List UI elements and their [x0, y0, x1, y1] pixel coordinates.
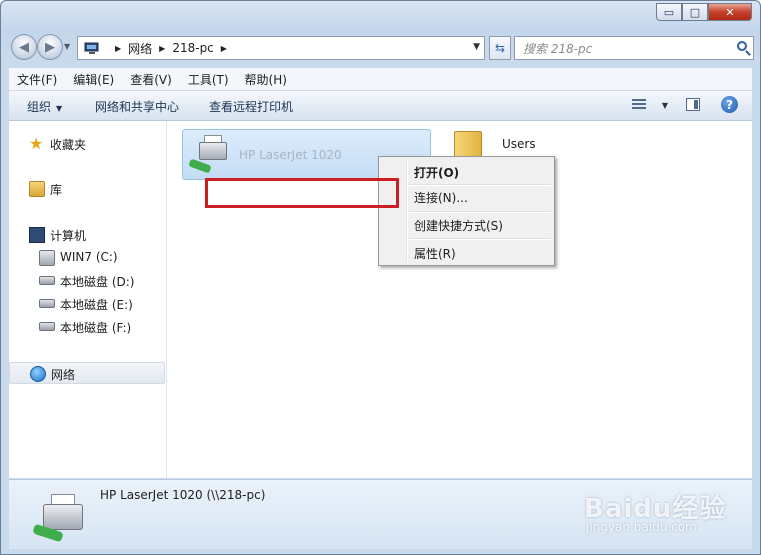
- users-share-label: Users: [502, 137, 536, 151]
- breadcrumb-separator-icon[interactable]: ▶: [221, 44, 227, 53]
- context-create-shortcut[interactable]: 创建快捷方式(S): [382, 213, 551, 235]
- context-open-label: 打开(O): [414, 166, 460, 180]
- help-icon[interactable]: ?: [721, 96, 738, 113]
- nav-libraries[interactable]: 库: [9, 178, 165, 200]
- network-sharing-center-button[interactable]: 网络和共享中心: [95, 98, 179, 115]
- hard-drive-icon: [39, 322, 55, 331]
- hard-drive-icon: [39, 276, 55, 285]
- refresh-button[interactable]: ⇆: [489, 36, 511, 60]
- nav-drive-e-label: 本地磁盘 (E:): [60, 298, 133, 312]
- context-properties[interactable]: 属性(R): [382, 241, 551, 263]
- nav-computer[interactable]: 计算机: [9, 224, 165, 246]
- network-globe-icon: [30, 366, 46, 382]
- nav-drive-d[interactable]: 本地磁盘 (D:): [9, 270, 165, 292]
- menu-tools[interactable]: 工具(T): [180, 71, 237, 88]
- file-list: HP LaserJet 1020 Users 共享 打开(O) 连接(N)...…: [167, 121, 752, 478]
- content-area: ★ 收藏夹 库 计算机 WIN7 (C:) 本地磁盘 (D:) 本地磁盘 (E:…: [9, 121, 752, 478]
- context-open[interactable]: 打开(O): [382, 160, 551, 182]
- organize-label: 组织: [27, 100, 52, 114]
- printer-item-label: HP LaserJet 1020: [239, 148, 342, 162]
- breadcrumb-separator-icon[interactable]: ▶: [159, 44, 165, 53]
- nav-drive-c[interactable]: WIN7 (C:): [9, 247, 165, 269]
- printer-large-icon: [29, 492, 89, 543]
- nav-network[interactable]: 网络: [9, 362, 165, 384]
- close-button[interactable]: ✕: [708, 3, 752, 21]
- nav-favorites-label: 收藏夹: [50, 138, 87, 152]
- star-icon: ★: [29, 134, 44, 153]
- nav-network-label: 网络: [51, 368, 76, 382]
- refresh-icon: ⇆: [494, 41, 506, 55]
- baidu-watermark: Baidu经验 jingyan.baidu.com: [580, 488, 730, 543]
- printer-body-shape: [199, 142, 227, 160]
- recent-pages-dropdown[interactable]: ▼: [64, 42, 70, 51]
- search-input[interactable]: [521, 38, 735, 60]
- highlight-box: [205, 178, 399, 208]
- nav-libraries-label: 库: [50, 183, 63, 197]
- windows-drive-icon: [39, 250, 55, 266]
- address-dropdown-icon[interactable]: ▼: [473, 42, 480, 52]
- computer-icon: [29, 227, 45, 243]
- hard-drive-icon: [39, 299, 55, 308]
- watermark-url: jingyan.baidu.com: [586, 520, 697, 534]
- search-icon[interactable]: [737, 41, 747, 51]
- address-bar[interactable]: ▶ 网络 ▶ 218-pc ▶ ▼: [77, 36, 485, 60]
- nav-computer-label: 计算机: [50, 229, 87, 243]
- explorer-window: ▭ □ ✕ ◀ ▶ ▼ ▶ 网络 ▶ 218-pc ▶ ▼ ⇆ 文件(F) 编辑…: [0, 0, 761, 555]
- nav-drive-e[interactable]: 本地磁盘 (E:): [9, 293, 165, 315]
- breadcrumb-218-pc[interactable]: 218-pc: [172, 41, 213, 55]
- preview-pane-icon[interactable]: [686, 98, 700, 111]
- caption-buttons: ▭ □ ✕: [656, 3, 752, 21]
- network-cable-icon: [188, 158, 212, 174]
- forward-button[interactable]: ▶: [37, 34, 63, 60]
- menu-edit[interactable]: 编辑(E): [65, 71, 122, 88]
- search-box[interactable]: [514, 36, 754, 60]
- nav-drive-c-label: WIN7 (C:): [60, 250, 118, 264]
- nav-drive-f-label: 本地磁盘 (F:): [60, 321, 132, 335]
- view-remote-printers-button[interactable]: 查看远程打印机: [209, 98, 293, 115]
- context-connect-label: 连接(N)...: [414, 191, 468, 205]
- back-arrow-icon: ◀: [19, 39, 29, 55]
- minimize-button[interactable]: ▭: [656, 3, 682, 21]
- breadcrumb-network[interactable]: 网络: [128, 40, 152, 57]
- menu-bar: 文件(F) 编辑(E) 查看(V) 工具(T) 帮助(H): [9, 68, 752, 91]
- context-menu: 打开(O) 连接(N)... 创建快捷方式(S) 属性(R): [378, 156, 555, 266]
- context-properties-label: 属性(R): [414, 247, 456, 261]
- menu-file[interactable]: 文件(F): [9, 71, 65, 88]
- maximize-button[interactable]: □: [682, 3, 708, 21]
- back-button[interactable]: ◀: [11, 34, 37, 60]
- context-connect[interactable]: 连接(N)...: [382, 185, 551, 207]
- nav-drive-f[interactable]: 本地磁盘 (F:): [9, 316, 165, 338]
- menu-view[interactable]: 查看(V): [122, 71, 180, 88]
- forward-arrow-icon: ▶: [45, 39, 55, 55]
- breadcrumb-separator-icon[interactable]: ▶: [115, 44, 121, 53]
- command-bar: 组织 ▼ 网络和共享中心 查看远程打印机 ▼ ?: [9, 91, 752, 121]
- details-item-name: HP LaserJet 1020 (\\218-pc): [100, 488, 266, 502]
- change-view-icon[interactable]: [632, 99, 646, 111]
- nav-favorites[interactable]: ★ 收藏夹: [9, 133, 165, 155]
- network-computer-icon: [84, 42, 100, 54]
- organize-button[interactable]: 组织 ▼: [27, 98, 62, 115]
- navigation-pane: ★ 收藏夹 库 计算机 WIN7 (C:) 本地磁盘 (D:) 本地磁盘 (E:…: [9, 121, 167, 478]
- address-row: ◀ ▶ ▼ ▶ 网络 ▶ 218-pc ▶ ▼ ⇆: [9, 34, 754, 62]
- nav-drive-d-label: 本地磁盘 (D:): [60, 275, 135, 289]
- view-options-dropdown-icon[interactable]: ▼: [662, 101, 668, 110]
- chevron-down-icon: ▼: [56, 104, 63, 113]
- menu-help[interactable]: 帮助(H): [237, 71, 295, 88]
- context-create-shortcut-label: 创建快捷方式(S): [414, 219, 503, 233]
- library-icon: [29, 181, 45, 197]
